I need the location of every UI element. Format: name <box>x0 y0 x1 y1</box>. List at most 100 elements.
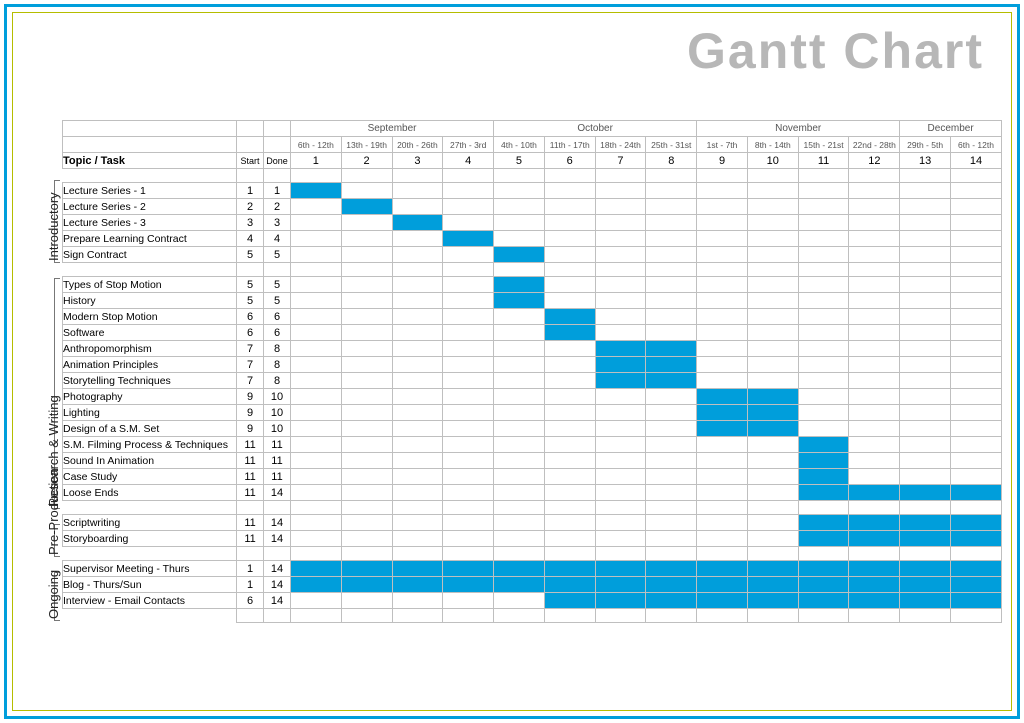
gantt-bar-cell <box>341 561 392 577</box>
gantt-bar-cell <box>646 357 697 373</box>
done-header: Done <box>264 153 291 169</box>
week-range-header: 18th - 24th <box>595 137 646 153</box>
gantt-bar-cell <box>951 561 1002 577</box>
task-name: Lecture Series - 2 <box>63 199 237 215</box>
task-start: 9 <box>237 421 264 437</box>
task-start: 11 <box>237 485 264 501</box>
gantt-bar-cell <box>392 215 443 231</box>
task-row: Supervisor Meeting - Thurs114 <box>63 561 1002 577</box>
task-row: Case Study1111 <box>63 469 1002 485</box>
gantt-bar-cell <box>544 561 595 577</box>
gantt-bar-cell <box>646 593 697 609</box>
gantt-bar-cell <box>392 561 443 577</box>
gantt-bar-cell <box>646 561 697 577</box>
gantt-bar-cell <box>798 577 849 593</box>
task-name: Sound In Animation <box>63 453 237 469</box>
task-done: 14 <box>264 561 291 577</box>
gantt-bar-cell <box>290 577 341 593</box>
page-title: Gantt Chart <box>687 22 984 80</box>
task-start: 11 <box>237 515 264 531</box>
task-name: Blog - Thurs/Sun <box>63 577 237 593</box>
task-name: Loose Ends <box>63 485 237 501</box>
task-done: 10 <box>264 405 291 421</box>
task-start: 11 <box>237 437 264 453</box>
week-number-header: 6 <box>544 153 595 169</box>
gantt-bar-cell <box>900 561 951 577</box>
task-start: 7 <box>237 341 264 357</box>
gantt-bar-cell <box>595 373 646 389</box>
gantt-bar-cell <box>747 561 798 577</box>
task-done: 14 <box>264 593 291 609</box>
gantt-bar-cell <box>951 515 1002 531</box>
task-name: Sign Contract <box>63 247 237 263</box>
gantt-bar-cell <box>443 577 494 593</box>
task-done: 5 <box>264 247 291 263</box>
task-done: 4 <box>264 231 291 247</box>
task-name: Modern Stop Motion <box>63 309 237 325</box>
gantt-bar-cell <box>494 247 545 263</box>
gantt-bar-cell <box>646 373 697 389</box>
task-name: Anthropomorphism <box>63 341 237 357</box>
gantt-bar-cell <box>849 593 900 609</box>
task-start: 9 <box>237 389 264 405</box>
task-name: Case Study <box>63 469 237 485</box>
task-row: Interview - Email Contacts614 <box>63 593 1002 609</box>
gantt-bar-cell <box>951 577 1002 593</box>
topic-header: Topic / Task <box>63 153 237 169</box>
gantt-bar-cell <box>697 593 748 609</box>
gantt-bar-cell <box>951 485 1002 501</box>
section-label: Ongoing <box>46 570 61 619</box>
gantt-bar-cell <box>544 577 595 593</box>
week-number-header: 13 <box>900 153 951 169</box>
gantt-bar-cell <box>341 199 392 215</box>
task-start: 6 <box>237 593 264 609</box>
week-number-header: 1 <box>290 153 341 169</box>
task-start: 5 <box>237 247 264 263</box>
gantt-bar-cell <box>443 231 494 247</box>
month-header: December <box>900 121 1002 137</box>
gantt-bar-cell <box>849 515 900 531</box>
month-header: November <box>697 121 900 137</box>
week-range-header: 6th - 12th <box>951 137 1002 153</box>
task-start: 11 <box>237 469 264 485</box>
task-row: History55 <box>63 293 1002 309</box>
gantt-bar-cell <box>900 593 951 609</box>
gantt-bar-cell <box>544 593 595 609</box>
week-number-header: 8 <box>646 153 697 169</box>
gantt-bar-cell <box>494 561 545 577</box>
task-row: Sign Contract55 <box>63 247 1002 263</box>
gantt-bar-cell <box>494 277 545 293</box>
gantt-bar-cell <box>595 577 646 593</box>
week-range-header: 4th - 10th <box>494 137 545 153</box>
week-range-header: 29th - 5th <box>900 137 951 153</box>
gantt-bar-cell <box>747 593 798 609</box>
task-name: Animation Principles <box>63 357 237 373</box>
task-done: 10 <box>264 421 291 437</box>
task-name: Types of Stop Motion <box>63 277 237 293</box>
task-done: 6 <box>264 325 291 341</box>
task-row: Storytelling Techniques78 <box>63 373 1002 389</box>
gantt-bar-cell <box>849 561 900 577</box>
gantt-bar-cell <box>595 357 646 373</box>
week-number-header: 3 <box>392 153 443 169</box>
task-done: 3 <box>264 215 291 231</box>
task-name: Software <box>63 325 237 341</box>
week-range-header: 11th - 17th <box>544 137 595 153</box>
task-row: Prepare Learning Contract44 <box>63 231 1002 247</box>
task-start: 7 <box>237 357 264 373</box>
task-start: 1 <box>237 183 264 199</box>
task-start: 9 <box>237 405 264 421</box>
task-done: 14 <box>264 485 291 501</box>
task-row: S.M. Filming Process & Techniques1111 <box>63 437 1002 453</box>
task-name: Interview - Email Contacts <box>63 593 237 609</box>
task-row: Design of a S.M. Set910 <box>63 421 1002 437</box>
task-name: S.M. Filming Process & Techniques <box>63 437 237 453</box>
week-number-header: 2 <box>341 153 392 169</box>
gantt-bar-cell <box>798 515 849 531</box>
month-header: October <box>494 121 697 137</box>
gantt-bar-cell <box>747 421 798 437</box>
week-range-header: 15th - 21st <box>798 137 849 153</box>
gantt-bar-cell <box>849 485 900 501</box>
week-range-header: 1st - 7th <box>697 137 748 153</box>
task-done: 14 <box>264 531 291 547</box>
